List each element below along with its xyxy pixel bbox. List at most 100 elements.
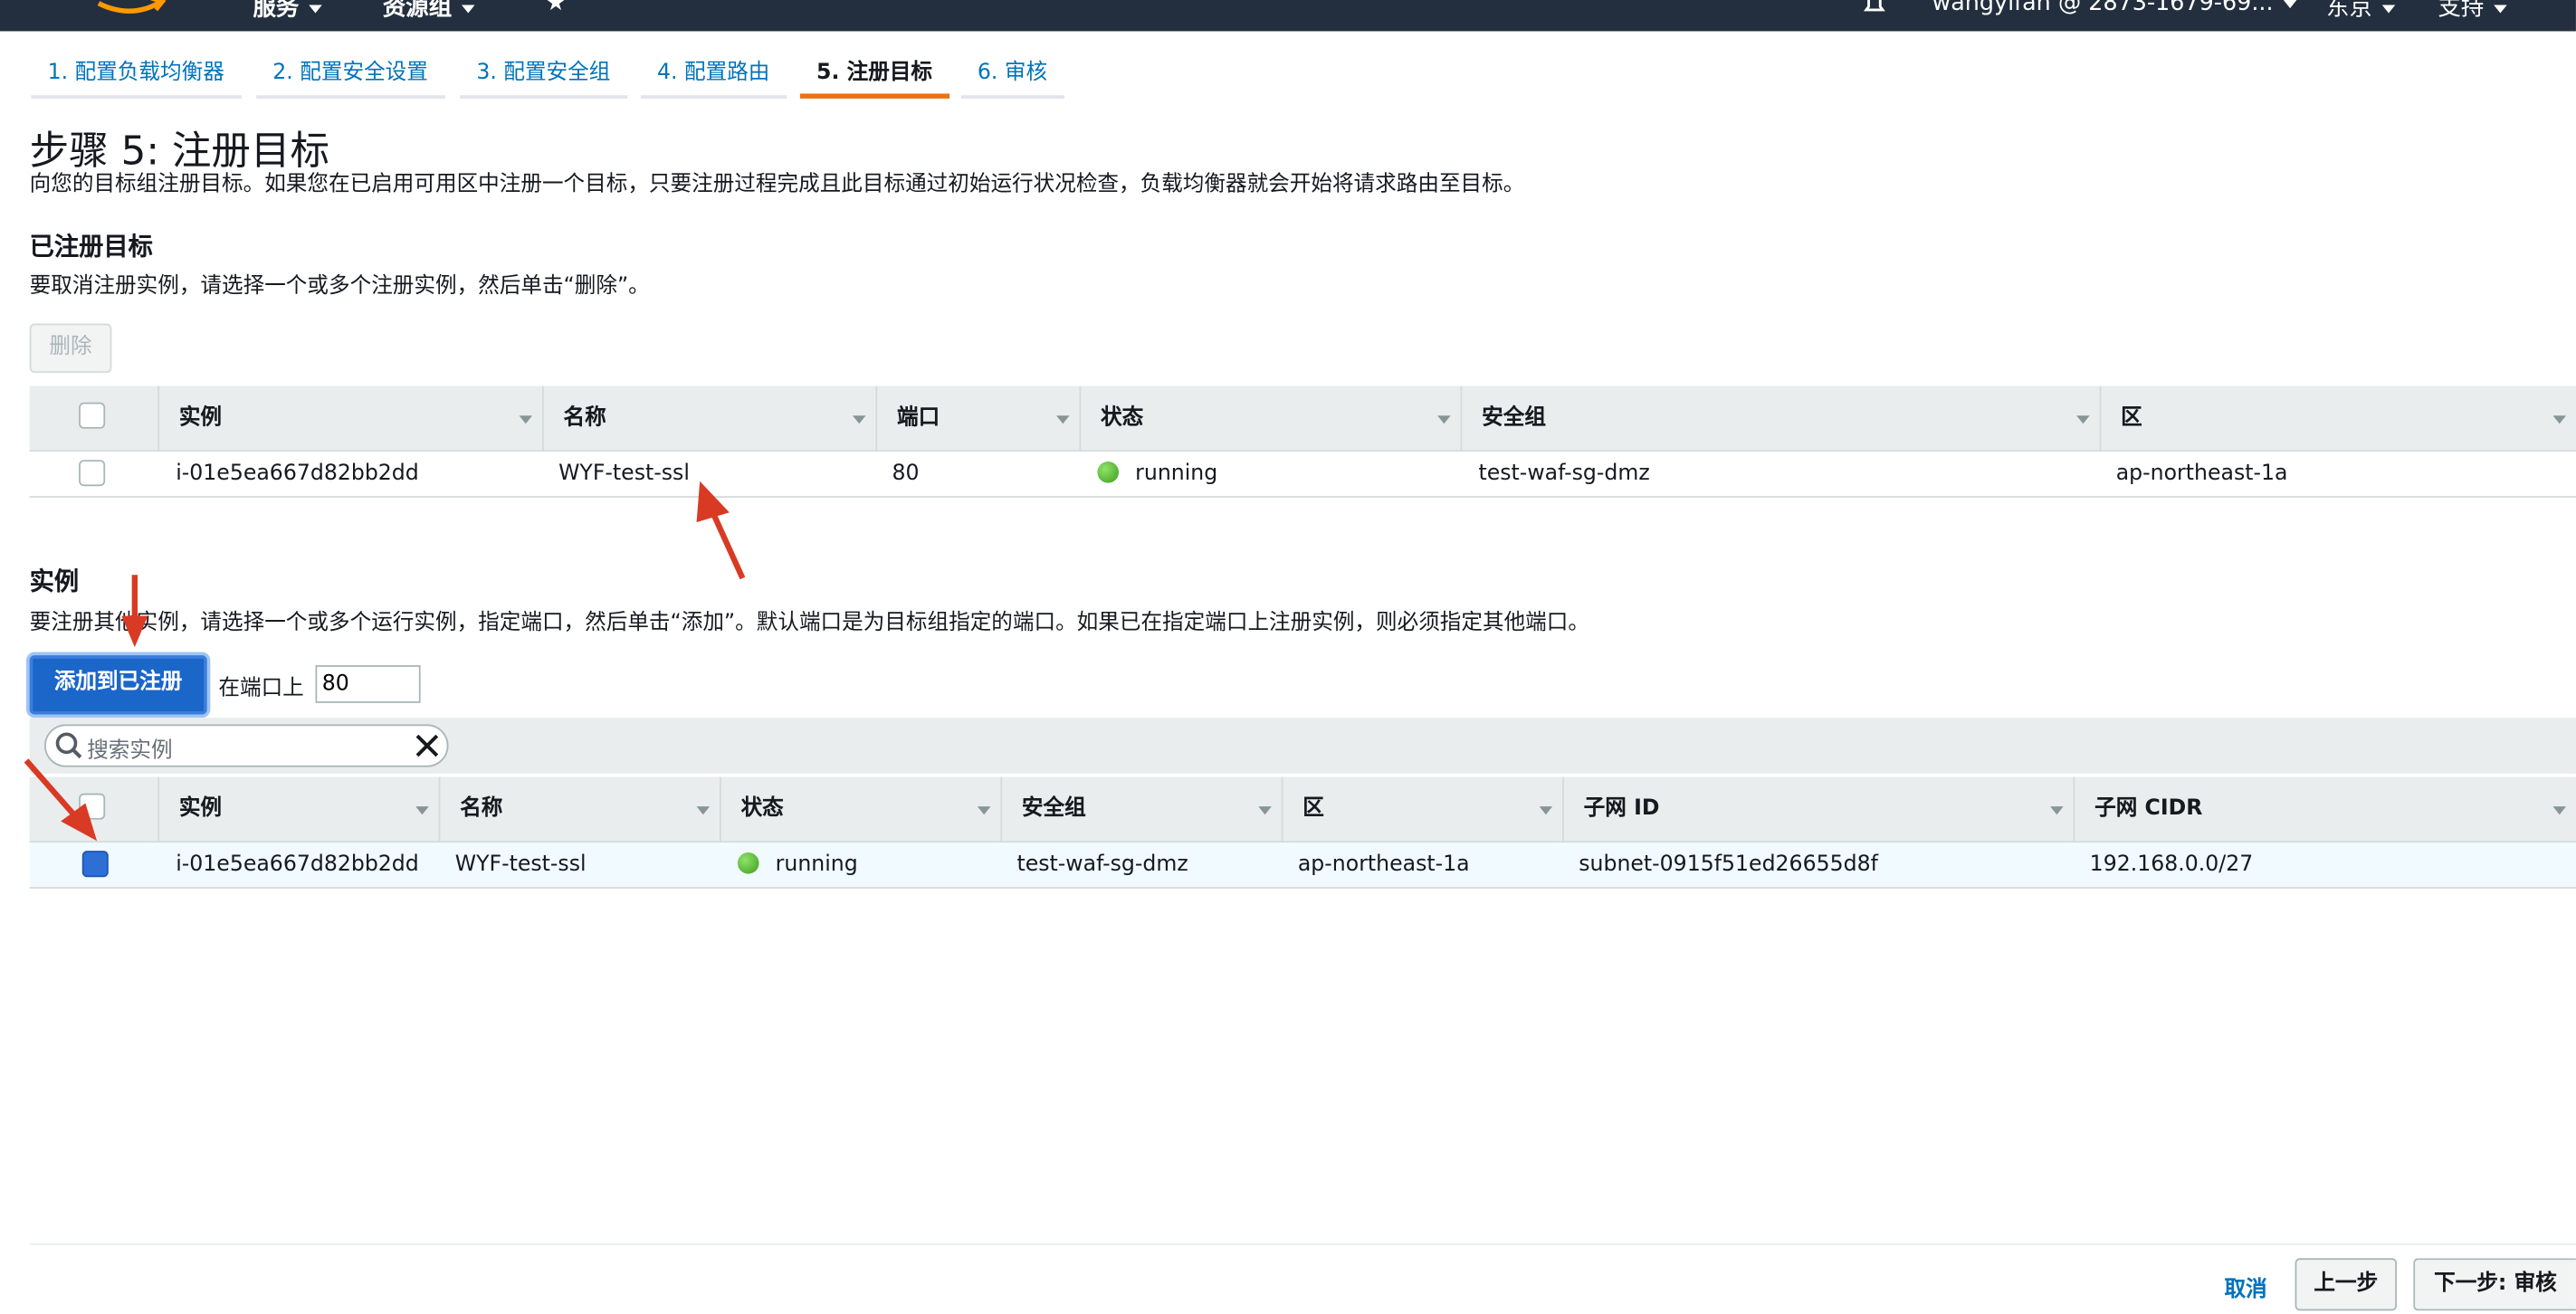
state-label: running (775, 852, 858, 878)
remove-button[interactable]: 删除 (29, 323, 112, 374)
add-to-registered-button[interactable]: 添加到已注册 (29, 655, 207, 715)
tab-register-targets[interactable]: 5. 注册目标 (799, 59, 949, 99)
column-header-label: 区 (1302, 796, 1324, 822)
sort-caret-icon (852, 415, 866, 424)
close-icon[interactable] (414, 732, 440, 758)
chevron-down-icon (2494, 4, 2507, 13)
column-header-label: 实例 (178, 405, 223, 431)
support-menu[interactable]: 支持 (2438, 0, 2507, 23)
availability-zone: ap-northeast-1a (2115, 462, 2288, 487)
support-label: 支持 (2438, 0, 2485, 22)
column-header-zone[interactable]: 区 (2099, 386, 2576, 452)
instance-name: WYF-test-ssl (558, 462, 690, 487)
previous-button[interactable]: 上一步 (2295, 1258, 2398, 1311)
column-header-label: 名称 (460, 796, 503, 822)
instance-state: running (737, 843, 858, 889)
subnet-cidr: 192.168.0.0/27 (2089, 852, 2254, 878)
sort-caret-icon (2050, 806, 2064, 815)
sort-caret-icon (2076, 415, 2090, 424)
row-checkbox[interactable] (79, 460, 106, 487)
registered-targets-heading: 已注册目标 (29, 231, 153, 262)
sort-caret-icon (1056, 415, 1070, 424)
tab-review[interactable]: 6. 审核 (960, 59, 1064, 99)
star-icon[interactable]: ★ (546, 0, 567, 16)
account-menu[interactable]: wangyifan @ 2873-1679-69... (1932, 0, 2296, 16)
footer-divider (29, 1243, 2576, 1245)
column-header-state[interactable]: 状态 (1079, 386, 1460, 452)
security-group: test-waf-sg-dmz (1016, 852, 1188, 878)
sort-caret-icon (696, 806, 711, 815)
chevron-down-icon (309, 4, 322, 13)
sort-caret-icon (1258, 806, 1272, 815)
column-header-name[interactable]: 名称 (438, 776, 720, 843)
select-all-checkbox[interactable] (79, 402, 106, 429)
chevron-down-icon (2283, 0, 2296, 8)
tab-configure-security-settings[interactable]: 2. 配置安全设置 (256, 59, 445, 99)
bell-icon[interactable] (1861, 0, 1887, 16)
column-header-label: 子网 CIDR (2094, 796, 2203, 822)
status-running-icon (737, 852, 759, 874)
column-header-label: 端口 (896, 405, 940, 431)
column-header-label: 状态 (740, 796, 784, 822)
column-header-zone[interactable]: 区 (1281, 776, 1562, 843)
column-header-label: 安全组 (1482, 405, 1546, 431)
resource-groups-label: 资源组 (382, 0, 453, 22)
column-header-subnet-id[interactable]: 子网 ID (1562, 776, 2073, 843)
column-header-security-group[interactable]: 安全组 (1000, 776, 1281, 843)
availability-zone: ap-northeast-1a (1297, 852, 1470, 878)
status-running-icon (1097, 462, 1120, 483)
instance-port: 80 (892, 462, 920, 487)
registered-targets-description: 要取消注册实例，请选择一个或多个注册实例，然后单击“删除”。 (29, 274, 650, 300)
page-description: 向您的目标组注册目标。如果您在已启用可用区中注册一个目标，只要注册过程完成且此目… (29, 172, 1525, 197)
account-label: wangyifan @ 2873-1679-69... (1932, 0, 2274, 17)
column-header-subnet-cidr[interactable]: 子网 CIDR (2073, 776, 2576, 843)
table-row[interactable]: i-01e5ea667d82bb2dd WYF-test-ssl running… (29, 843, 2576, 889)
instances-heading: 实例 (29, 567, 80, 596)
registered-table-header: 实例 名称 端口 状态 安全组 区 (29, 386, 2576, 452)
select-all-checkbox[interactable] (79, 793, 106, 820)
instances-description: 要注册其他实例，请选择一个或多个运行实例，指定端口，然后单击“添加”。默认端口是… (29, 611, 1589, 636)
services-menu[interactable]: 服务 (253, 0, 322, 23)
resource-groups-menu[interactable]: 资源组 (383, 0, 475, 23)
chevron-down-icon (462, 4, 475, 13)
column-header-instance[interactable]: 实例 (157, 776, 438, 843)
sort-caret-icon (1437, 415, 1451, 424)
sort-caret-icon (1539, 806, 1553, 815)
security-group: test-waf-sg-dmz (1478, 462, 1650, 487)
column-header-name[interactable]: 名称 (541, 386, 875, 452)
search-input[interactable]: 搜索实例 (44, 724, 449, 767)
instances-filter-bar: 搜索实例 (29, 718, 2576, 774)
table-row[interactable]: i-01e5ea667d82bb2dd WYF-test-ssl 80 runn… (29, 452, 2576, 498)
next-review-button[interactable]: 下一步: 审核 (2413, 1258, 2576, 1311)
tab-configure-routing[interactable]: 4. 配置路由 (640, 59, 787, 99)
column-header-instance[interactable]: 实例 (157, 386, 542, 452)
instance-name: WYF-test-ssl (454, 852, 587, 878)
cancel-link[interactable]: 取消 (2225, 1271, 2267, 1302)
column-header-label: 实例 (178, 796, 223, 822)
column-header-label: 名称 (563, 405, 606, 431)
instance-id: i-01e5ea667d82bb2dd (176, 462, 419, 487)
column-header-label: 状态 (1101, 405, 1144, 431)
region-menu[interactable]: 东京 (2326, 0, 2396, 23)
port-label: 在端口上 (218, 676, 304, 702)
column-header-port[interactable]: 端口 (875, 386, 1079, 452)
aws-logo-icon[interactable] (95, 0, 167, 20)
port-input[interactable] (315, 665, 421, 703)
tab-configure-security-groups[interactable]: 3. 配置安全组 (460, 59, 627, 99)
column-header-state[interactable]: 状态 (719, 776, 1000, 843)
top-nav-bar: 服务 资源组 ★ wangyifan @ 2873-1679-69... 东京 … (0, 0, 2576, 32)
column-header-label: 区 (2121, 405, 2142, 431)
instances-table-header: 实例 名称 状态 安全组 区 子网 ID 子网 CIDR (29, 776, 2576, 843)
search-placeholder: 搜索实例 (87, 738, 173, 764)
sort-caret-icon (519, 415, 533, 424)
services-label: 服务 (253, 0, 300, 22)
tab-configure-load-balancer[interactable]: 1. 配置负载均衡器 (31, 59, 241, 99)
instance-id: i-01e5ea667d82bb2dd (176, 852, 419, 878)
chevron-down-icon (2381, 4, 2396, 13)
row-checkbox[interactable] (81, 851, 109, 878)
column-header-label: 安全组 (1021, 796, 1086, 822)
region-label: 东京 (2326, 0, 2372, 22)
column-header-security-group[interactable]: 安全组 (1460, 386, 2100, 452)
sort-caret-icon (415, 806, 429, 815)
sort-caret-icon (2552, 415, 2567, 424)
